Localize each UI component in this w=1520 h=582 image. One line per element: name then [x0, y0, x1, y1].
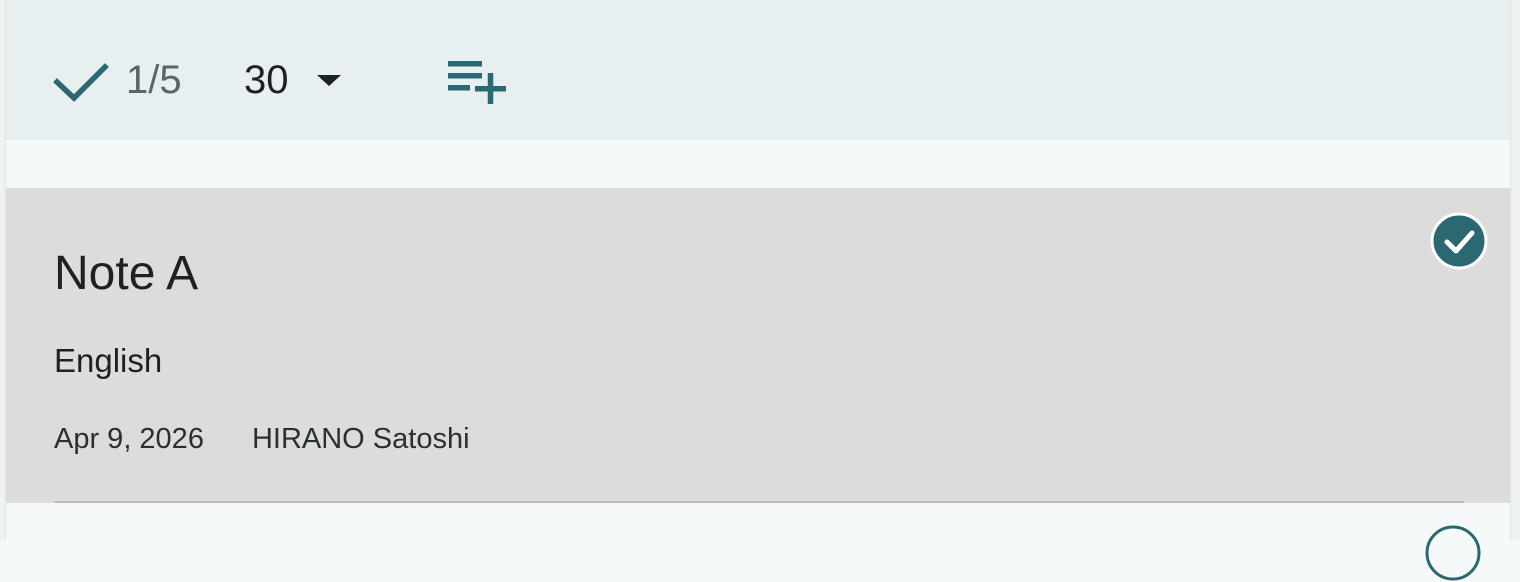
- note-date: Apr 9, 2026: [54, 423, 204, 455]
- unselected-check-circle-icon[interactable]: [1424, 524, 1482, 582]
- select-all-check-icon[interactable]: [50, 58, 110, 106]
- page-size-value: 30: [244, 58, 289, 102]
- playlist-add-icon[interactable]: [444, 54, 512, 110]
- page-size-select[interactable]: 30: [244, 56, 341, 104]
- note-language: English: [54, 342, 163, 379]
- toolbar: 1/5 30: [6, 0, 1510, 140]
- note-divider: [54, 501, 1464, 503]
- selected-check-circle-icon[interactable]: [1430, 212, 1488, 270]
- note-author: HIRANO Satoshi: [251, 423, 470, 455]
- note-card[interactable]: Note A English Apr 9, 2026 HIRANO Satosh…: [6, 188, 1510, 503]
- selection-count: 1/5: [126, 58, 182, 102]
- caret-down-icon: [316, 74, 341, 86]
- right-edge: [1510, 0, 1520, 540]
- note-title: Note A: [54, 247, 199, 300]
- note-meta: Apr 9, 2026 HIRANO Satoshi: [54, 422, 470, 456]
